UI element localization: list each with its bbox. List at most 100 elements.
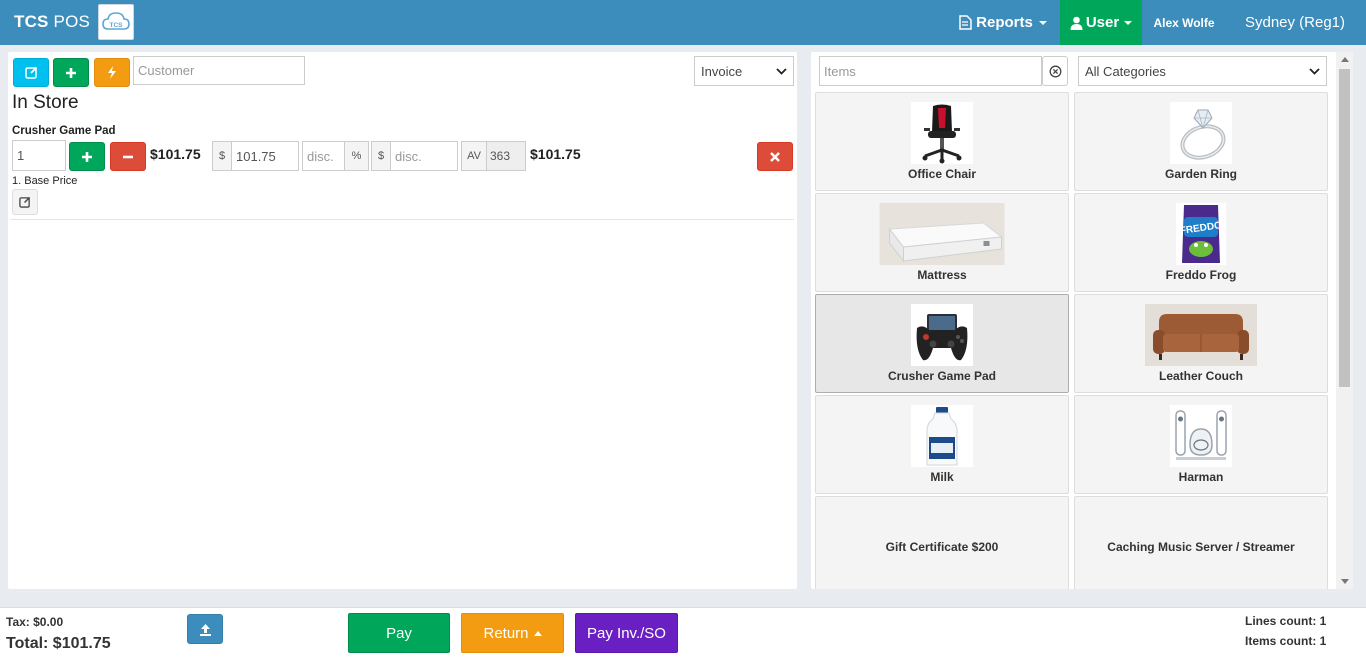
currency-addon: $: [371, 141, 391, 171]
product-tile-leather-couch[interactable]: Leather Couch: [1074, 294, 1328, 393]
mattress-image: [879, 203, 1005, 265]
available-stock: 363: [486, 141, 526, 171]
product-tile-freddo-frog[interactable]: FREDDO Freddo Frog: [1074, 193, 1328, 292]
pay-invoice-label: Pay Inv./SO: [587, 624, 666, 642]
item-search-input[interactable]: Items: [819, 56, 1042, 86]
tile-label: Harman: [1178, 470, 1224, 484]
footer-bar: Tax: $0.00 Total: $101.75 Pay Return Pay…: [0, 607, 1366, 658]
upload-button[interactable]: [187, 614, 223, 644]
scroll-up-icon[interactable]: [1341, 57, 1349, 62]
store-title: In Store: [12, 92, 79, 113]
user-icon: [1070, 16, 1083, 30]
milk-image: [911, 405, 973, 467]
clear-circle-icon: [1049, 65, 1061, 77]
pay-button[interactable]: Pay: [348, 613, 450, 653]
lightning-icon: [108, 66, 116, 79]
tile-label: Garden Ring: [1164, 167, 1237, 181]
user-menu[interactable]: User: [1060, 0, 1142, 45]
tile-label: Freddo Frog: [1165, 268, 1237, 282]
plus-icon: [82, 151, 92, 162]
minus-icon: [123, 155, 133, 158]
base-price-label: 1. Base Price: [12, 175, 78, 187]
product-tile-milk[interactable]: Milk: [815, 395, 1069, 494]
edit-order-button[interactable]: [13, 58, 49, 87]
discount-percent-input[interactable]: disc.: [302, 141, 345, 171]
remove-line-button[interactable]: [757, 142, 793, 171]
scrollbar-thumb[interactable]: [1339, 69, 1350, 387]
user-label: User: [1085, 14, 1120, 31]
chevron-down-icon: [1124, 20, 1133, 25]
speaker-image: [1170, 405, 1232, 467]
available-addon: AV: [461, 141, 487, 171]
tax-amount: Tax: $0.00: [6, 615, 64, 629]
currency-addon: $: [212, 141, 232, 171]
product-tile-music-server[interactable]: Caching Music Server / Streamer: [1074, 496, 1328, 589]
edit-line-button[interactable]: [12, 189, 38, 215]
order-panel: Customer Invoice In Store Crusher Game P…: [8, 52, 797, 589]
edit-icon: [19, 196, 31, 208]
lines-count: Lines count: 1: [1245, 614, 1327, 628]
tile-label: Mattress: [917, 268, 967, 282]
top-navbar: TCS POS TCS Reports User Alex Wolfe Sydn…: [0, 0, 1366, 45]
product-tile-gift-certificate[interactable]: Gift Certificate $200: [815, 496, 1069, 589]
tile-label: Caching Music Server / Streamer: [1107, 540, 1295, 554]
tile-label: Milk: [930, 470, 954, 484]
add-customer-button[interactable]: [53, 58, 89, 87]
doc-type-value: Invoice: [701, 63, 743, 79]
product-tile-harman[interactable]: Harman: [1074, 395, 1328, 494]
chevron-down-icon: [1309, 67, 1320, 75]
upload-icon: [199, 623, 211, 636]
quick-action-button[interactable]: [94, 58, 130, 87]
document-icon: [959, 15, 972, 30]
product-tile-garden-ring[interactable]: Garden Ring: [1074, 92, 1328, 191]
catalog-panel: Items All Categories Office Chair Garden…: [811, 52, 1353, 589]
logo-icon: TCS: [98, 4, 134, 40]
edit-icon: [24, 66, 37, 79]
scroll-down-icon[interactable]: [1341, 579, 1349, 584]
items-count: Items count: 1: [1245, 634, 1327, 648]
chevron-up-icon: [533, 630, 542, 636]
line-divider: [10, 219, 794, 220]
total-amount: Total: $101.75: [6, 635, 111, 652]
ring-image: [1170, 102, 1232, 164]
tile-label: Leather Couch: [1158, 369, 1243, 383]
brand-suffix: POS: [53, 12, 91, 31]
doc-type-select[interactable]: Invoice: [694, 56, 794, 86]
pay-invoice-button[interactable]: Pay Inv./SO: [575, 613, 678, 653]
register-location[interactable]: Sydney (Reg1): [1232, 0, 1358, 45]
pay-label: Pay: [386, 624, 412, 642]
category-value: All Categories: [1085, 63, 1166, 79]
category-select[interactable]: All Categories: [1078, 56, 1327, 86]
product-tile-office-chair[interactable]: Office Chair: [815, 92, 1069, 191]
user-name[interactable]: Alex Wolfe: [1148, 0, 1220, 45]
couch-image: [1145, 304, 1257, 366]
decrease-qty-button[interactable]: [110, 142, 146, 171]
logo-text: TCS: [110, 22, 124, 29]
tile-label: Crusher Game Pad: [887, 369, 997, 383]
brand[interactable]: TCS POS: [14, 12, 90, 32]
clear-search-button[interactable]: [1042, 56, 1068, 86]
plus-icon: [66, 67, 76, 78]
product-tile-crusher-game-pad[interactable]: Crusher Game Pad: [815, 294, 1069, 393]
return-label: Return: [483, 624, 529, 642]
price-input[interactable]: 101.75: [231, 141, 299, 171]
discount-amount-input[interactable]: disc.: [390, 141, 458, 171]
chevron-down-icon: [1038, 20, 1047, 25]
freddo-image: FREDDO: [1176, 203, 1226, 265]
product-tile-mattress[interactable]: Mattress: [815, 193, 1069, 292]
line-product-name: Crusher Game Pad: [12, 125, 116, 137]
tile-label: Office Chair: [907, 167, 976, 181]
return-button[interactable]: Return: [461, 613, 564, 653]
tile-label: Gift Certificate $200: [885, 540, 999, 554]
chevron-down-icon: [776, 67, 787, 75]
office-chair-image: [911, 102, 973, 164]
customer-input[interactable]: Customer: [133, 56, 305, 85]
gamepad-image: [911, 304, 973, 366]
unit-price: $101.75: [150, 146, 201, 162]
reports-menu[interactable]: Reports: [952, 0, 1054, 45]
increase-qty-button[interactable]: [69, 142, 105, 171]
line-total: $101.75: [530, 146, 581, 162]
catalog-scrollbar[interactable]: [1336, 52, 1353, 589]
quantity-input[interactable]: 1: [12, 140, 66, 171]
close-icon: [770, 151, 780, 162]
